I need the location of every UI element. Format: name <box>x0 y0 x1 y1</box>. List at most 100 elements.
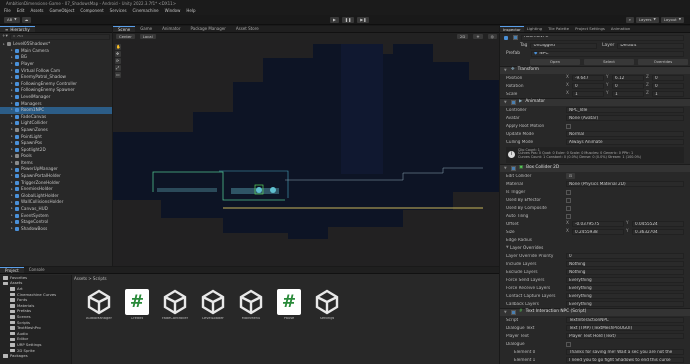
property-field[interactable]: Everything <box>566 285 684 291</box>
property-checkbox[interactable] <box>566 197 571 203</box>
hierarchy-item[interactable]: ▸ WallCollisionsHolder <box>0 199 112 206</box>
hierarchy-item[interactable]: ▸ Pools <box>0 153 112 160</box>
asset-item[interactable]: # Credits <box>122 289 152 321</box>
hierarchy-item[interactable]: ▸ Main Camera <box>0 48 112 55</box>
property-field[interactable]: Nothing <box>566 269 684 275</box>
property-field[interactable]: Text (TMP) (TextMeshProUGUI) <box>566 325 684 331</box>
property-field[interactable]: Everything <box>566 293 684 299</box>
hierarchy-item[interactable]: ▸ BG <box>0 54 112 61</box>
property-field[interactable]: TextInteractionNPC <box>566 317 684 323</box>
z-input[interactable]: 1 <box>652 91 684 97</box>
property-checkbox[interactable] <box>566 341 571 347</box>
menu-item[interactable]: Services <box>110 9 127 13</box>
hierarchy-item[interactable]: ▸ FollowingEnemy Spawner <box>0 87 112 94</box>
hierarchy-item[interactable]: ▸ SpawnPortalHolder <box>0 173 112 180</box>
property-field[interactable]: None (Avatar) <box>566 115 684 121</box>
hierarchy-item[interactable]: ▸ SpawnPos <box>0 140 112 147</box>
tab-project[interactable]: Project <box>0 267 24 273</box>
asset-item[interactable]: # Pause <box>274 289 304 321</box>
property-field[interactable]: 0 <box>566 253 684 259</box>
y-input[interactable]: 6.12 <box>612 75 644 81</box>
tab-scene[interactable]: Scene <box>113 26 136 32</box>
toggle-2d-button[interactable]: 2D <box>456 34 469 39</box>
property-field[interactable]: NPC_Idle <box>566 107 684 113</box>
hierarchy-item[interactable]: ▸ LevelManager <box>0 94 112 101</box>
step-button[interactable]: ▶❚ <box>357 16 370 23</box>
hierarchy-item[interactable]: ▸ LightCollider <box>0 120 112 127</box>
hierarchy-item[interactable]: ▸ PointLight <box>0 133 112 140</box>
x-input[interactable]: 1 <box>572 91 604 97</box>
hierarchy-item[interactable]: ▸ Canvas_HUD <box>0 206 112 213</box>
menu-item[interactable]: Assets <box>30 9 43 13</box>
hierarchy-item[interactable]: ▸ Managers <box>0 100 112 107</box>
menu-item[interactable]: File <box>4 9 11 13</box>
property-field[interactable]: Always Animate <box>566 139 684 145</box>
play-button[interactable]: ▶ <box>330 16 339 23</box>
property-checkbox[interactable] <box>566 123 571 129</box>
layout-dropdown[interactable]: Layout ▼ <box>660 16 684 23</box>
component-enabled-checkbox[interactable] <box>511 310 516 315</box>
menu-item[interactable]: GameObject <box>49 9 74 13</box>
tab-console[interactable]: Console <box>24 267 50 273</box>
dialogue-text-field[interactable]: I need you to go fight Shadows to end th… <box>566 357 684 363</box>
tab-inspector[interactable]: Inspector <box>500 26 524 32</box>
property-field[interactable]: Everything <box>566 277 684 283</box>
overrides-button[interactable]: Overrides <box>638 59 688 65</box>
hierarchy-item[interactable]: ▸ FollowingEnemy Controller <box>0 81 112 88</box>
hierarchy-item[interactable]: ▸ Player <box>0 61 112 68</box>
y-input[interactable]: 0.3632704 <box>632 229 684 235</box>
asset-item[interactable]: MainMenu <box>236 289 266 321</box>
hierarchy-search-input[interactable]: ⌕ All <box>9 34 110 40</box>
component-enabled-checkbox[interactable] <box>511 166 516 171</box>
tag-dropdown[interactable]: Untagged <box>530 43 598 49</box>
hierarchy-item[interactable]: ▸ EnemiesHolder <box>0 186 112 193</box>
property-checkbox[interactable] <box>566 205 571 211</box>
x-input[interactable]: -9.647 <box>572 75 604 81</box>
hierarchy-item[interactable]: ▸ StageControl <box>0 219 112 226</box>
layer-overrides-foldout[interactable]: ▼ Layer Overrides <box>500 244 690 252</box>
x-input[interactable]: 0.2455938 <box>572 229 624 235</box>
tab-hierarchy[interactable]: ≡ Hierarchy <box>0 26 35 32</box>
hierarchy-item[interactable]: ▸ Level05Shadows* <box>0 41 112 48</box>
hierarchy-item[interactable]: ▸ EnemyPatrol_Shadow <box>0 74 112 81</box>
hierarchy-item[interactable]: ▸ Items <box>0 160 112 167</box>
hierarchy-item[interactable]: ▸ ShadowBoss <box>0 226 112 233</box>
property-field[interactable]: Nothing <box>566 261 684 267</box>
tab-lighting[interactable]: Lighting <box>524 26 545 32</box>
object-name-field[interactable]: Room1NPC <box>521 34 684 41</box>
dialogue-text-field[interactable]: Thanks for saving me! Wait a sec you are… <box>566 349 684 355</box>
hierarchy-item[interactable]: ▸ SpawnZones <box>0 127 112 134</box>
y-input[interactable]: 0 <box>612 83 644 89</box>
hierarchy-item[interactable]: ▸ TriggerZoneHolder <box>0 179 112 186</box>
tab-tile-palette[interactable]: Tile Palette <box>545 26 572 32</box>
menu-item[interactable]: Edit <box>17 9 25 13</box>
property-checkbox[interactable] <box>566 189 571 195</box>
property-field[interactable]: Normal <box>566 131 684 137</box>
scene-viewport[interactable]: ✋ ✥ ⟳ ⤢ ▭ <box>113 40 499 266</box>
box-collider-header[interactable]: ▼ ▣ Box Collider 2D <box>500 164 690 172</box>
gizmos-toggle[interactable]: ◎ <box>487 34 497 39</box>
prefab-field[interactable]: ◆ NPC <box>531 51 684 57</box>
hierarchy-item[interactable]: ▸ GlobalLightHolder <box>0 193 112 200</box>
tab-game[interactable]: Game <box>135 26 157 32</box>
search-button[interactable]: ⌕ <box>625 16 634 23</box>
lighting-toggle[interactable]: ☀ <box>473 34 483 39</box>
active-checkbox[interactable] <box>513 35 518 40</box>
hierarchy-item[interactable]: ▸ Spotlight2D <box>0 147 112 154</box>
animator-header[interactable]: ▼ ▶ Animator <box>500 98 690 106</box>
menu-item[interactable]: Help <box>186 9 195 13</box>
hierarchy-item[interactable]: ▸ Room1NPC <box>0 106 112 114</box>
hierarchy-item[interactable]: ▸ FadeCanvas <box>0 114 112 121</box>
menu-item[interactable]: Cinemachine <box>133 9 159 13</box>
project-breadcrumb[interactable]: Assets > Scripts <box>74 276 107 282</box>
asset-item[interactable]: FadeController <box>160 289 190 321</box>
property-field[interactable]: Player Text Hold (Text) <box>566 333 684 339</box>
asset-item[interactable]: Settings <box>312 289 342 321</box>
property-field[interactable]: None (Physics Material 2D) <box>566 181 684 187</box>
menu-item[interactable]: Component <box>80 9 103 13</box>
npc-script-header[interactable]: ▼ # Text Interaction NPC (Script) <box>500 308 690 316</box>
account-button[interactable]: AB ▼ <box>4 16 20 23</box>
pivot-mode-dropdown[interactable]: Center <box>116 34 135 39</box>
layers-dropdown[interactable]: Layers ▼ <box>635 16 659 23</box>
space-dropdown[interactable]: Local <box>139 34 156 39</box>
